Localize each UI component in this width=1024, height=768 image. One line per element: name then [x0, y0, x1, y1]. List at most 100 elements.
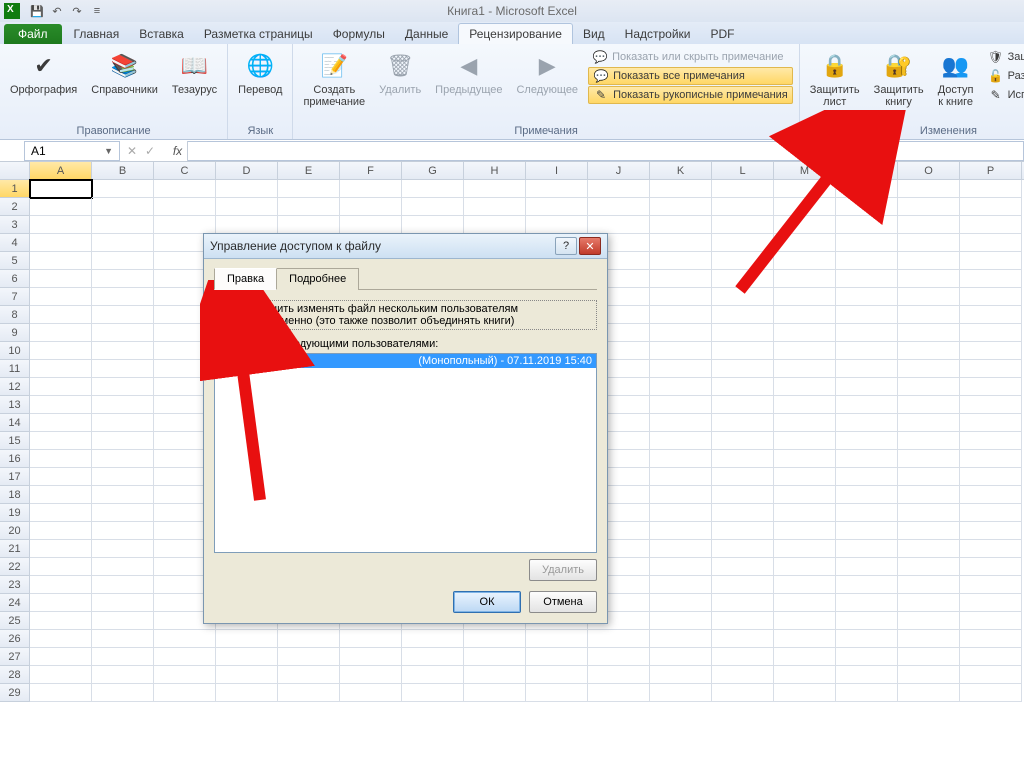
row-header[interactable]: 20	[0, 522, 30, 540]
cell[interactable]	[92, 666, 154, 684]
cell[interactable]	[836, 486, 898, 504]
next-comment-button[interactable]: ▶Следующее	[512, 48, 582, 98]
cell[interactable]	[774, 198, 836, 216]
cell[interactable]	[154, 180, 216, 198]
cell[interactable]	[278, 180, 340, 198]
cell[interactable]	[774, 648, 836, 666]
cell[interactable]	[836, 180, 898, 198]
dialog-tab-edit[interactable]: Правка	[214, 268, 277, 290]
cell[interactable]	[712, 468, 774, 486]
cell[interactable]	[836, 450, 898, 468]
cell[interactable]	[30, 414, 92, 432]
cell[interactable]	[464, 666, 526, 684]
tab-data[interactable]: Данные	[395, 24, 458, 44]
cell[interactable]	[712, 504, 774, 522]
showink-button[interactable]: ✎Показать рукописные примечания	[588, 86, 793, 104]
cell[interactable]	[898, 180, 960, 198]
delete-user-button[interactable]: Удалить	[529, 559, 597, 581]
cell[interactable]	[836, 522, 898, 540]
cell[interactable]	[836, 252, 898, 270]
cell[interactable]	[588, 684, 650, 702]
cell[interactable]	[712, 486, 774, 504]
cell[interactable]	[898, 504, 960, 522]
name-box[interactable]: A1▼	[24, 141, 120, 161]
row-header[interactable]: 19	[0, 504, 30, 522]
cell[interactable]	[464, 198, 526, 216]
cell[interactable]	[836, 360, 898, 378]
cell[interactable]	[526, 630, 588, 648]
cell[interactable]	[836, 612, 898, 630]
cell[interactable]	[92, 216, 154, 234]
cell[interactable]	[960, 198, 1022, 216]
cell[interactable]	[712, 540, 774, 558]
qat-save[interactable]: 💾	[28, 2, 46, 20]
col-header-H[interactable]: H	[464, 162, 526, 179]
cell[interactable]	[588, 648, 650, 666]
cell[interactable]	[340, 180, 402, 198]
cell[interactable]	[30, 630, 92, 648]
cell[interactable]	[898, 396, 960, 414]
cell[interactable]	[836, 468, 898, 486]
cell[interactable]	[712, 576, 774, 594]
cell[interactable]	[774, 612, 836, 630]
protect-book-button[interactable]: 🔐Защитить книгу	[870, 48, 928, 110]
cell[interactable]	[774, 234, 836, 252]
cell[interactable]	[30, 360, 92, 378]
qat-undo[interactable]: ↶	[48, 2, 66, 20]
cell[interactable]	[588, 198, 650, 216]
row-header[interactable]: 21	[0, 540, 30, 558]
cell[interactable]	[960, 252, 1022, 270]
delete-comment-button[interactable]: 🗑Удалить	[375, 48, 425, 98]
cell[interactable]	[774, 522, 836, 540]
cell[interactable]	[216, 648, 278, 666]
cell[interactable]	[836, 306, 898, 324]
cell[interactable]	[836, 648, 898, 666]
cell[interactable]	[712, 594, 774, 612]
cell[interactable]	[30, 540, 92, 558]
cell[interactable]	[30, 198, 92, 216]
cell[interactable]	[960, 360, 1022, 378]
cell[interactable]	[92, 594, 154, 612]
row-header[interactable]: 12	[0, 378, 30, 396]
col-header-O[interactable]: O	[898, 162, 960, 179]
cell[interactable]	[774, 252, 836, 270]
cell[interactable]	[278, 684, 340, 702]
thesaurus-button[interactable]: 📖Тезаурус	[168, 48, 221, 98]
dialog-ok-button[interactable]: ОК	[453, 591, 521, 613]
col-header-N[interactable]: N	[836, 162, 898, 179]
cell[interactable]	[92, 180, 154, 198]
cell[interactable]	[92, 378, 154, 396]
cell[interactable]	[960, 396, 1022, 414]
col-header-P[interactable]: P	[960, 162, 1022, 179]
cell[interactable]	[526, 216, 588, 234]
protect-sheet-button[interactable]: 🔒Защитить лист	[806, 48, 864, 110]
cell[interactable]	[92, 360, 154, 378]
cell[interactable]	[650, 378, 712, 396]
cell[interactable]	[650, 450, 712, 468]
cell[interactable]	[712, 342, 774, 360]
cell[interactable]	[960, 666, 1022, 684]
cell[interactable]	[650, 252, 712, 270]
col-header-D[interactable]: D	[216, 162, 278, 179]
cell[interactable]	[92, 198, 154, 216]
prev-comment-button[interactable]: ◀Предыдущее	[431, 48, 506, 98]
cell[interactable]	[92, 288, 154, 306]
cell[interactable]	[774, 684, 836, 702]
cell[interactable]	[154, 216, 216, 234]
cell[interactable]	[588, 666, 650, 684]
cell[interactable]	[464, 684, 526, 702]
tab-review[interactable]: Рецензирование	[458, 23, 573, 44]
cell[interactable]	[464, 648, 526, 666]
row-header[interactable]: 8	[0, 306, 30, 324]
cell[interactable]	[30, 288, 92, 306]
cell[interactable]	[712, 270, 774, 288]
cell[interactable]	[836, 504, 898, 522]
cell[interactable]	[216, 684, 278, 702]
cell[interactable]	[836, 540, 898, 558]
cell[interactable]	[216, 630, 278, 648]
tab-insert[interactable]: Вставка	[129, 24, 194, 44]
cell[interactable]	[960, 540, 1022, 558]
new-comment-button[interactable]: 📝Создать примечание	[299, 48, 369, 110]
cell[interactable]	[216, 666, 278, 684]
cell[interactable]	[898, 612, 960, 630]
